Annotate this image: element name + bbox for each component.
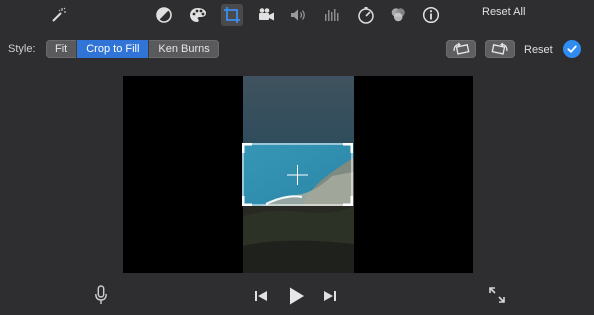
crop-style-bar: Style: Fit Crop to Fill Ken Burns Reset xyxy=(0,38,594,62)
style-crop-to-fill-button[interactable]: Crop to Fill xyxy=(77,40,150,58)
equalizer-icon[interactable] xyxy=(321,4,343,26)
crop-icon[interactable] xyxy=(221,4,243,26)
clip-filter-icon[interactable] xyxy=(387,4,409,26)
volume-icon[interactable] xyxy=(288,4,310,26)
video-viewer xyxy=(123,76,473,273)
skip-back-icon[interactable] xyxy=(252,287,270,305)
magic-wand-icon[interactable] xyxy=(47,4,69,26)
speed-icon[interactable] xyxy=(355,4,377,26)
style-segmented-control: Fit Crop to Fill Ken Burns xyxy=(46,40,219,58)
rotate-counterclockwise-icon xyxy=(453,42,470,55)
skip-forward-icon[interactable] xyxy=(321,287,339,305)
checkmark-icon xyxy=(567,45,577,53)
color-correction-icon[interactable] xyxy=(187,4,209,26)
microphone-icon[interactable] xyxy=(91,284,111,306)
style-fit-button[interactable]: Fit xyxy=(46,40,78,58)
style-label: Style: xyxy=(8,43,36,55)
fullscreen-icon[interactable] xyxy=(486,284,508,306)
info-icon[interactable] xyxy=(420,4,442,26)
playback-controls xyxy=(0,280,594,312)
reset-crop-button[interactable]: Reset xyxy=(524,44,553,56)
apply-checkmark-button[interactable] xyxy=(563,40,581,58)
rotate-clockwise-icon xyxy=(491,42,508,55)
rotate-right-button[interactable] xyxy=(485,40,515,58)
stabilization-camera-icon[interactable] xyxy=(255,4,277,26)
color-balance-icon[interactable] xyxy=(153,4,175,26)
style-ken-burns-button[interactable]: Ken Burns xyxy=(149,40,218,58)
rotate-left-button[interactable] xyxy=(446,40,476,58)
reset-all-button[interactable]: Reset All xyxy=(482,6,525,18)
play-icon[interactable] xyxy=(285,285,307,307)
adjustments-toolbar: Reset All xyxy=(0,0,594,30)
crop-rectangle[interactable] xyxy=(242,143,353,206)
